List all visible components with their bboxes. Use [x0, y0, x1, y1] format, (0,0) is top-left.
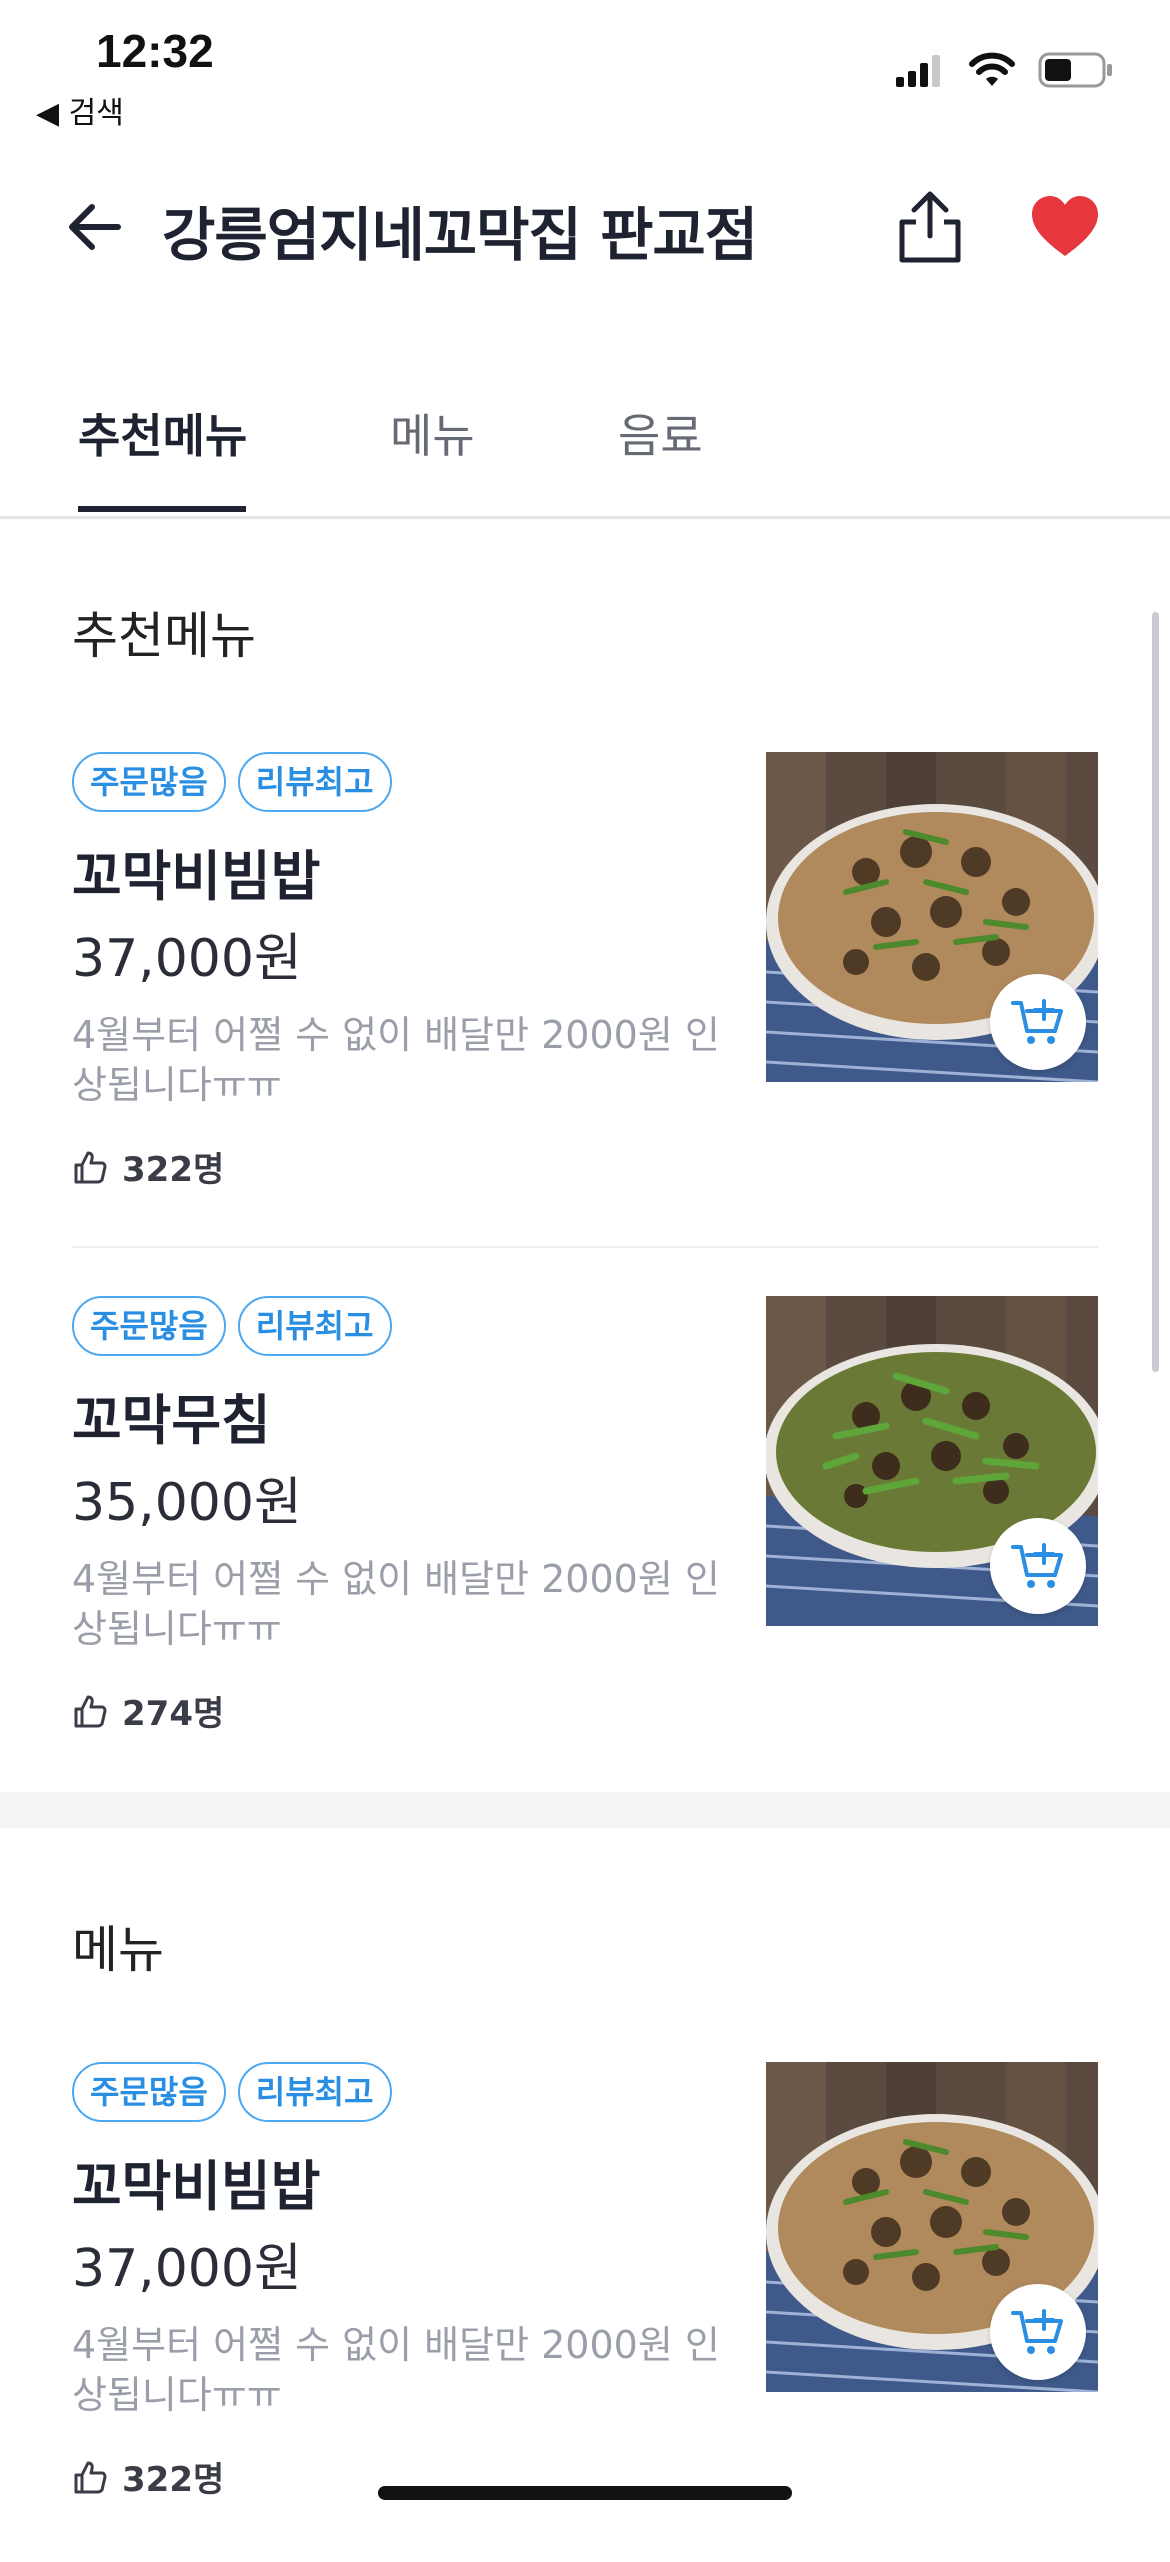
badge-best-review: 리뷰최고	[237, 1296, 392, 1356]
status-bar: 12:32 ◀ 검색	[0, 0, 1170, 140]
cart-plus-icon	[1011, 2309, 1063, 2354]
section-separator	[0, 1792, 1170, 1828]
badge-popular: 주문많음	[72, 2062, 226, 2122]
badge-popular: 주문많음	[72, 752, 226, 812]
badge-group: 주문많음 리뷰최고	[72, 1296, 392, 1356]
likes-count: 322명	[122, 1150, 225, 1190]
likes: 322명	[72, 2452, 224, 2501]
item-name: 꼬막무침	[72, 1389, 271, 1452]
item-price: 37,000원	[72, 2239, 302, 2299]
item-name: 꼬막비빔밥	[72, 2155, 321, 2218]
item-price: 37,000원	[72, 929, 302, 989]
cart-plus-icon	[1011, 999, 1063, 1044]
back-to-search-link[interactable]: ◀ 검색	[36, 88, 124, 132]
thumbs-up-icon	[74, 1151, 107, 1183]
signal-icon	[896, 55, 940, 87]
likes-count: 322명	[122, 2460, 225, 2500]
thumbs-up-icon	[74, 2461, 107, 2493]
item-description: 4월부터 어쩔 수 없이 배달만 2000원 인상됩니다ㅠㅠ	[72, 1013, 720, 1107]
badge-popular: 주문많음	[72, 1296, 226, 1356]
item-divider	[72, 1246, 1098, 1248]
home-indicator	[378, 2486, 792, 2500]
store-header: 강릉엄지네꼬막집 판교점	[0, 160, 1170, 290]
likes-count: 274명	[122, 1694, 225, 1734]
add-to-cart-button[interactable]	[990, 1518, 1086, 1614]
item-description: 4월부터 어쩔 수 없이 배달만 2000원 인상됩니다ㅠㅠ	[72, 1557, 720, 1651]
section-title-menu: 메뉴	[72, 1921, 164, 1979]
tab-menu[interactable]: 메뉴	[390, 400, 475, 466]
tab-recommended[interactable]: 추천메뉴	[78, 400, 247, 466]
badge-group: 주문많음 리뷰최고	[72, 2062, 392, 2122]
store-title: 강릉엄지네꼬막집 판교점	[162, 201, 758, 269]
menu-item[interactable]: 주문많음 리뷰최고 꼬막무침 35,000원 4월부터 어쩔 수 없이 배달만 …	[0, 1296, 1170, 1796]
status-time: 12:32	[96, 25, 214, 77]
item-price: 35,000원	[72, 1473, 302, 1533]
battery-icon	[1038, 52, 1112, 88]
heart-icon[interactable]	[1030, 194, 1100, 260]
share-icon[interactable]	[890, 186, 970, 266]
thumbs-up-icon	[74, 1695, 107, 1727]
add-to-cart-button[interactable]	[990, 2284, 1086, 2380]
badge-best-review: 리뷰최고	[237, 752, 392, 812]
likes: 322명	[72, 1142, 224, 1191]
badge-group: 주문많음 리뷰최고	[72, 752, 392, 812]
menu-tabs: 추천메뉴 메뉴 음료	[0, 370, 1170, 519]
cart-plus-icon	[1011, 1543, 1063, 1588]
tab-drinks[interactable]: 음료	[618, 400, 703, 466]
system-icons	[896, 52, 1114, 88]
item-description: 4월부터 어쩔 수 없이 배달만 2000원 인상됩니다ㅠㅠ	[72, 2323, 720, 2417]
wifi-icon	[969, 52, 1015, 86]
item-name: 꼬막비빔밥	[72, 845, 321, 908]
back-arrow-icon[interactable]	[60, 192, 130, 262]
badge-best-review: 리뷰최고	[237, 2062, 392, 2122]
likes: 274명	[72, 1686, 224, 1735]
active-tab-indicator	[78, 506, 246, 512]
menu-item[interactable]: 주문많음 리뷰최고 꼬막비빔밥 37,000원 4월부터 어쩔 수 없이 배달만…	[0, 752, 1170, 1252]
section-title-recommended: 추천메뉴	[72, 607, 256, 665]
add-to-cart-button[interactable]	[990, 974, 1086, 1070]
